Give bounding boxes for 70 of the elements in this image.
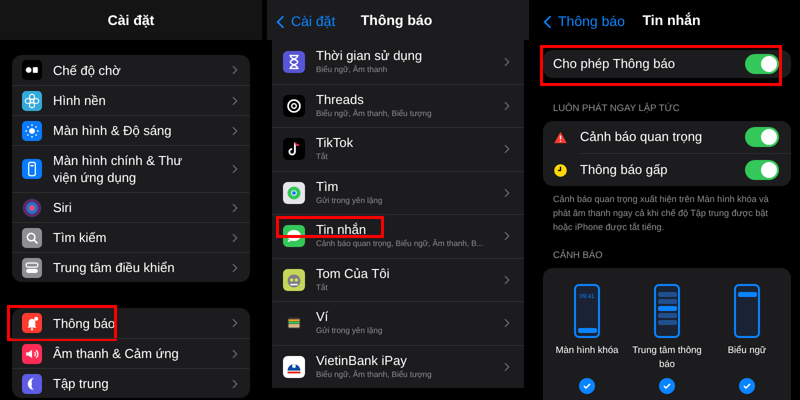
settings-row[interactable]: Trung tâm điều khiển — [12, 252, 250, 282]
app-name: Tom Của Tôi — [316, 266, 390, 282]
settings-row: Thông báo gấp — [543, 154, 791, 186]
app-row[interactable]: TikTok Tắt — [272, 127, 524, 170]
toggle-switch[interactable] — [745, 127, 779, 148]
app-name: Thời gian sử dụng — [316, 48, 424, 64]
footnote-text: Cảnh báo quan trọng xuất hiện trên Màn hình khóa và phát âm thanh ngay cả khi chế độ Tập trung được bật hoặc iPhone được tắt tiếng. — [552, 193, 770, 234]
back-button[interactable]: Cài đặt — [273, 11, 336, 32]
app-detail: Gửi trong yên lặng — [316, 194, 384, 207]
app-name: Threads — [316, 92, 365, 108]
toggle-switch[interactable] — [745, 160, 779, 180]
phone-drawing — [734, 284, 760, 338]
toggles-icon — [22, 258, 42, 278]
app-row[interactable]: Tom Của Tôi Tắt — [272, 258, 524, 301]
phone-drawing — [654, 284, 680, 338]
siri-icon — [22, 198, 42, 218]
app-row[interactable]: Ví Gửi trong yên lặng — [272, 301, 524, 344]
bank-logo-icon — [283, 356, 305, 378]
settings-row[interactable]: Tìm kiếm — [12, 222, 250, 252]
app-detail: Gửi trong yên lặng — [316, 325, 384, 338]
app-detail: Tắt — [316, 151, 329, 164]
app-row[interactable]: Tìm Gửi trong yên lặng — [272, 170, 524, 214]
screen-title: Cài đặt — [108, 10, 154, 30]
app-detail: Biểu ngữ, Âm thanh, Biểu tượng — [316, 368, 433, 381]
search-icon — [22, 228, 42, 248]
settings-row[interactable]: Thông báo — [12, 308, 250, 338]
alert-style-label: Màn hình khóa — [556, 344, 618, 358]
app-name: Tin nhắn — [316, 222, 368, 238]
section-header: LUÔN PHÁT NGAY LẬP TỨC — [552, 102, 681, 116]
app-detail: Biểu ngữ, Âm thanh, Biểu tượng — [316, 108, 433, 120]
app-name: Ví — [316, 309, 330, 326]
moon-icon — [22, 374, 42, 394]
alert-style-label: Biểu ngữ — [728, 344, 766, 358]
alert-style-label: Trung tâm thông báo — [632, 344, 702, 372]
toggle-switch[interactable] — [745, 54, 779, 74]
cartoon-cat-icon — [283, 268, 305, 291]
app-row[interactable]: Thời gian sử dụng Biểu ngữ, Âm thanh — [272, 40, 524, 84]
app-name: Tìm — [316, 178, 340, 195]
hourglass-icon — [283, 50, 305, 73]
standby-icon — [22, 60, 42, 80]
settings-row[interactable]: Hình nền — [12, 85, 250, 115]
at-sign-icon — [283, 94, 305, 117]
section-header: CẢNH BÁO — [552, 249, 604, 264]
screen-title: Thông báo — [360, 10, 432, 30]
back-button[interactable]: Thông báo — [540, 11, 625, 32]
app-detail: Biểu ngữ, Âm thanh — [316, 64, 388, 76]
speaker-icon — [22, 344, 42, 364]
app-detail: Cảnh báo quan trọng, Biểu ngữ, Âm thanh, B... — [316, 238, 484, 250]
settings-row[interactable]: Màn hình chính & Thư viện ứng dụng — [12, 145, 250, 192]
app-detail: Tắt — [316, 282, 329, 294]
settings-row[interactable]: Siri — [12, 192, 250, 222]
warning-icon — [553, 130, 568, 145]
sun-icon — [22, 120, 42, 140]
app-name: VietinBank iPay — [316, 352, 408, 369]
settings-row: Cảnh báo quan trọng — [543, 121, 791, 154]
phone-icon — [22, 159, 42, 179]
bell-icon — [22, 313, 42, 333]
app-row[interactable]: Threads Biểu ngữ, Âm thanh, Biểu tượng — [272, 84, 524, 127]
clock-icon — [553, 162, 568, 178]
settings-row[interactable]: Âm thanh & Cảm ứng — [12, 338, 250, 368]
settings-row[interactable]: Chế độ chờ — [12, 55, 250, 85]
flower-icon — [22, 90, 42, 110]
music-note-icon — [283, 138, 305, 160]
settings-row[interactable]: Màn hình & Độ sáng — [12, 115, 250, 145]
location-icon — [283, 182, 305, 204]
settings-row[interactable]: Tập trung — [12, 368, 250, 398]
screen-title: Tin nhắn — [642, 10, 701, 30]
app-name: TikTok — [316, 135, 354, 152]
app-row[interactable]: Tin nhắn Cảnh báo quan trọng, Biểu ngữ, Âm thanh, B... — [272, 214, 524, 258]
app-row[interactable]: VietinBank iPay Biểu ngữ, Âm thanh, Biểu tượng — [272, 344, 524, 388]
